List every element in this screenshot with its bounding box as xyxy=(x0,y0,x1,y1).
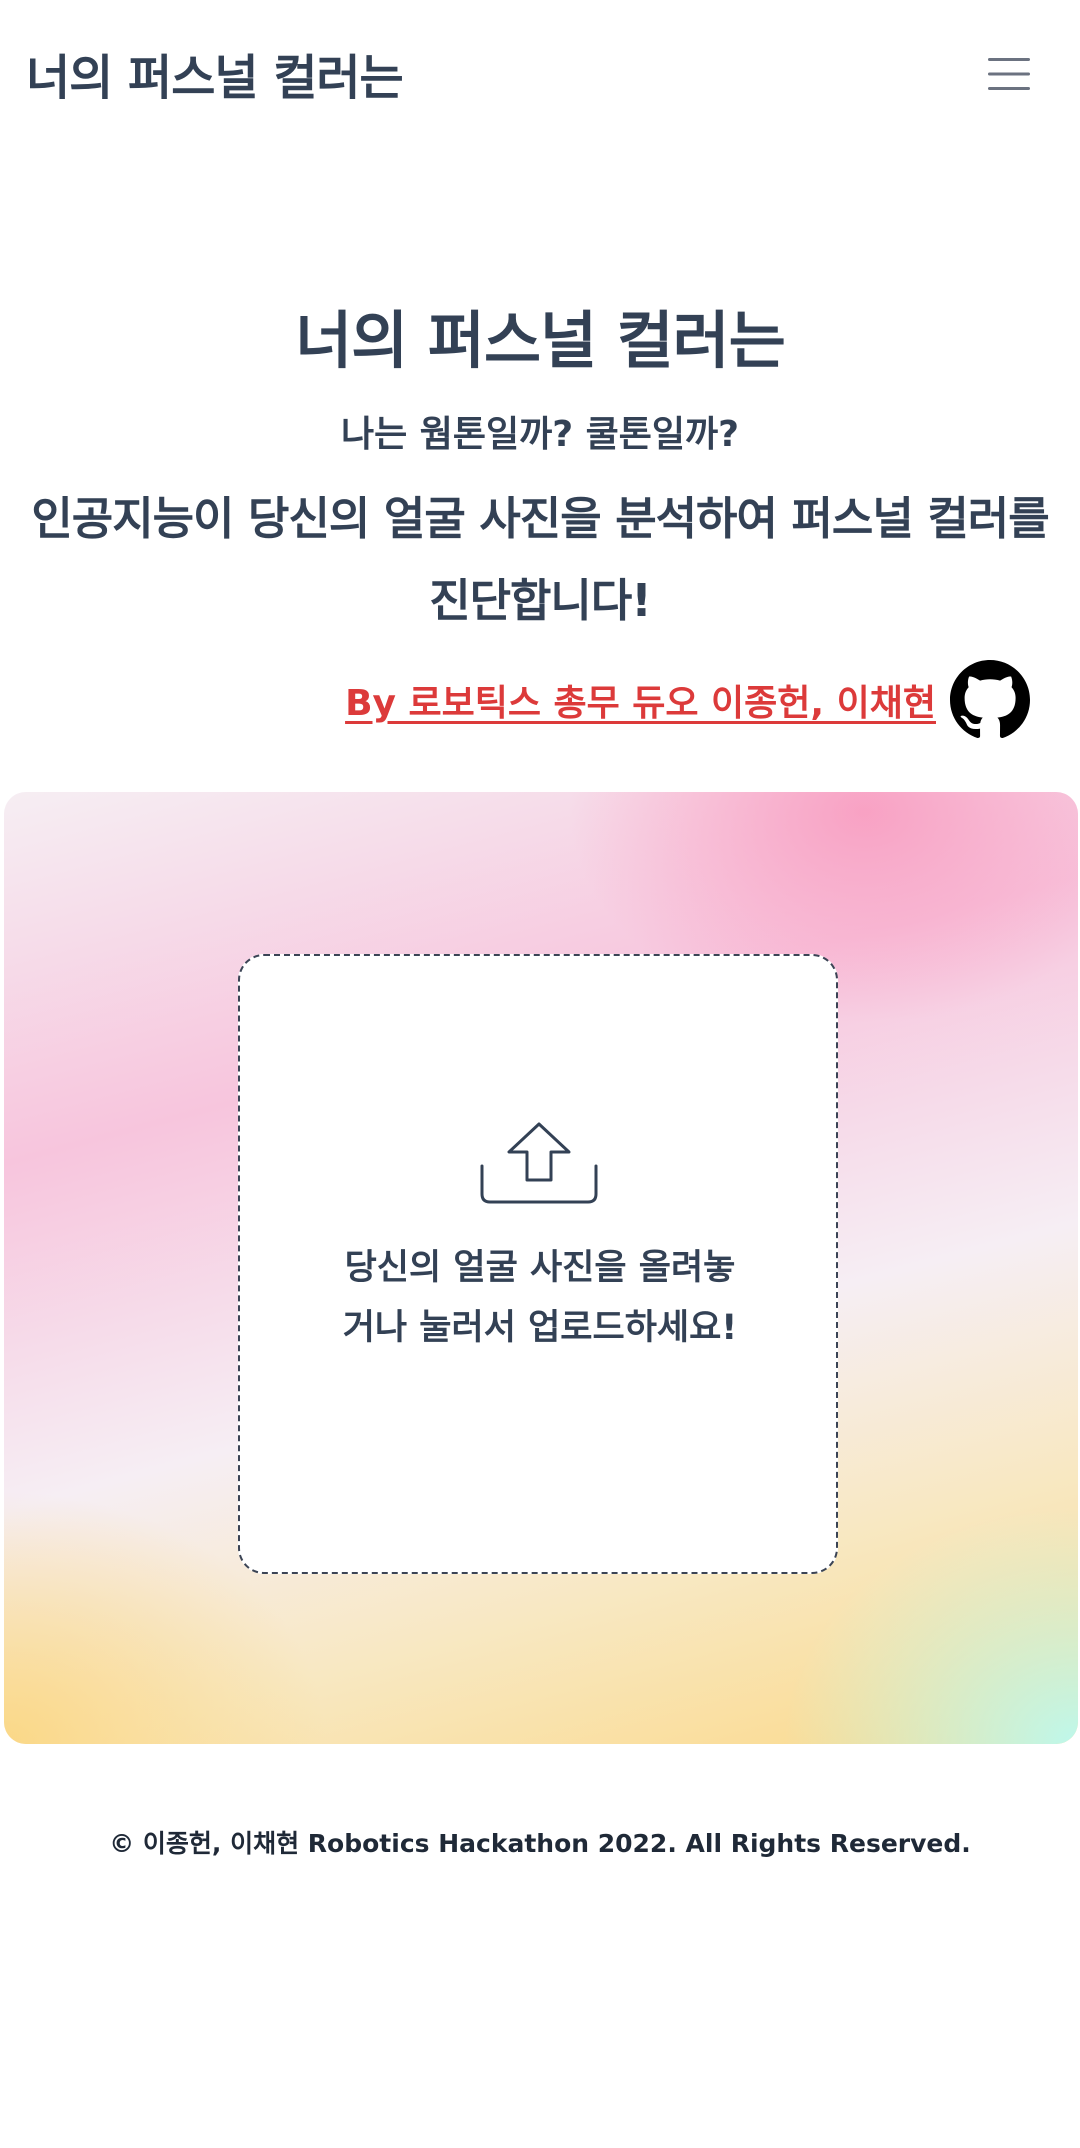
page-title: 너의 퍼스널 컬러는 xyxy=(295,304,786,377)
footer-copyright: © 이종헌, 이채현 Robotics Hackathon 2022. All … xyxy=(109,1829,971,1858)
hero-question: 나는 웜톤일까? 쿨톤일까? xyxy=(340,414,740,455)
upload-panel: 당신의 얼굴 사진을 올려놓거나 눌러서 업로드하세요! xyxy=(4,792,1078,1744)
top-navbar: 너의 퍼스널 컬러는 xyxy=(0,0,1080,150)
author-link[interactable]: By 로보틱스 총무 듀오 이종헌, 이채현 xyxy=(345,674,936,726)
brand-title[interactable]: 너의 퍼스널 컬러는 xyxy=(26,38,404,108)
hero-description: 인공지능이 당신의 얼굴 사진을 분석하여 퍼스널 컬러를 진단합니다! xyxy=(31,492,1049,627)
upload-dropzone[interactable]: 당신의 얼굴 사진을 올려놓거나 눌러서 업로드하세요! xyxy=(238,954,838,1574)
menu-button[interactable] xyxy=(978,50,1040,98)
hamburger-menu-icon xyxy=(988,58,1030,90)
author-byline: By 로보틱스 총무 듀오 이종헌, 이채현 xyxy=(345,660,1030,740)
github-icon[interactable] xyxy=(950,660,1030,740)
upload-prompt: 당신의 얼굴 사진을 올려놓거나 눌러서 업로드하세요! xyxy=(342,1248,738,1348)
upload-icon xyxy=(480,1122,598,1204)
